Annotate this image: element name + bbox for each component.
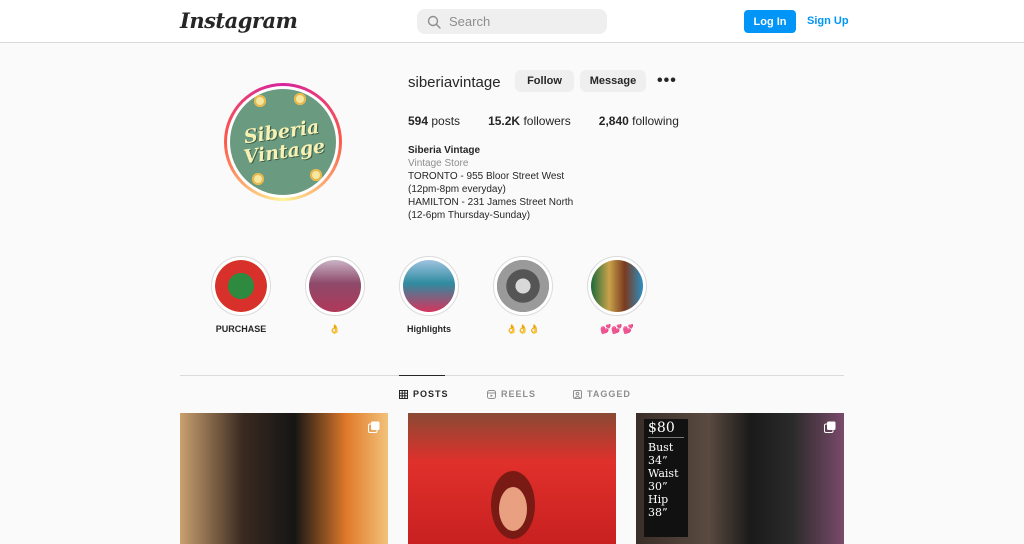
post-thumbnail[interactable] [180,413,388,544]
highlight-highlights[interactable]: Highlights [389,256,469,334]
search-icon [427,15,441,29]
profile-bio: Siberia Vintage Vintage Store TORONTO - … [408,144,573,222]
tab-reels[interactable]: REELS [487,389,536,399]
highlight-ok[interactable]: 👌 [295,256,375,335]
highlight-label: 👌 [329,324,341,334]
posts-stat: 594 posts [408,114,461,128]
more-options-icon[interactable]: ••• [657,72,677,90]
top-navigation-bar: Instagram Log In Sign Up [0,0,1024,43]
highlight-label: Highlights [407,324,451,334]
highlight-thumbnail [497,260,549,312]
message-button[interactable]: Message [580,70,646,92]
active-tab-indicator [399,375,445,376]
avatar-image: Siberia Vintage [230,89,336,195]
bio-name: Siberia Vintage [408,145,481,156]
flower-decoration-icon [310,169,322,181]
avatar-logo-text: Siberia Vintage [242,115,327,169]
followers-stat[interactable]: 15.2K followers [488,114,571,128]
highlight-purchase[interactable]: PURCHASE [201,256,281,334]
highlight-thumbnail [309,260,361,312]
reels-icon [487,389,496,399]
portrait-print-graphic [491,471,535,539]
instagram-logo[interactable]: Instagram [180,8,298,33]
flower-decoration-icon [294,93,306,105]
highlight-thumbnail [591,260,643,312]
multiple-posts-icon [368,421,380,433]
tab-posts[interactable]: POSTS [399,389,449,399]
following-stat[interactable]: 2,840 following [599,114,679,128]
price-tag-card: $80 Bust 34” Waist 30” Hip 38” [644,419,688,537]
tab-tagged[interactable]: TAGGED [573,389,631,399]
search-box[interactable] [417,9,607,34]
search-input[interactable] [449,14,599,29]
post-thumbnail[interactable]: $80 Bust 34” Waist 30” Hip 38” [636,413,844,544]
grid-icon [399,389,408,399]
bio-line: (12pm-8pm everyday) [408,184,506,195]
bio-line: TORONTO - 955 Bloor Street West [408,171,565,182]
tagged-icon [573,389,582,399]
profile-avatar[interactable]: Siberia Vintage [224,83,342,201]
highlight-label: PURCHASE [215,324,267,334]
highlight-label: 👌👌👌 [506,324,540,334]
bio-line: (12-6pm Thursday-Sunday) [408,210,531,221]
flower-decoration-icon [252,173,264,185]
tabs-divider [180,375,844,376]
bio-category: Vintage Store [408,158,469,169]
highlight-thumbnail [403,260,455,312]
profile-username: siberiavintage [408,74,501,91]
flower-decoration-icon [254,95,266,107]
signup-link[interactable]: Sign Up [807,15,849,27]
highlight-hearts[interactable]: 💕💕💕 [577,256,657,335]
post-thumbnail[interactable] [408,413,616,544]
login-button[interactable]: Log In [744,10,796,33]
multiple-posts-icon [824,421,836,433]
highlight-ok-triple[interactable]: 👌👌👌 [483,256,563,335]
highlight-label: 💕💕💕 [600,324,634,334]
bio-line: HAMILTON - 231 James Street North [408,197,574,208]
follow-button[interactable]: Follow [515,70,574,92]
profile-stats: 594 posts 15.2K followers 2,840 followin… [408,114,707,128]
highlight-thumbnail [215,260,267,312]
